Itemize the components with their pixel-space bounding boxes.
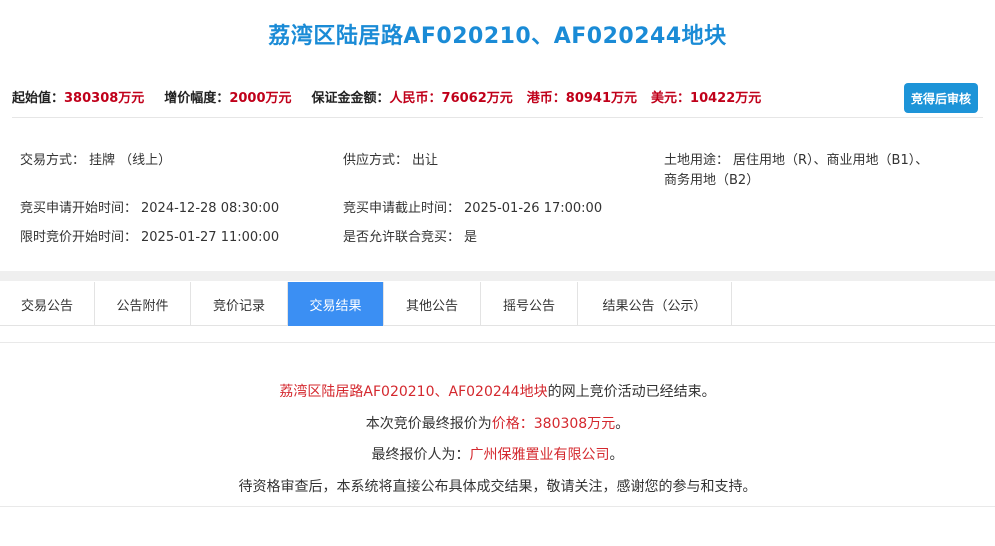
tab-result-announcement[interactable]: 结果公告（公示） (578, 282, 732, 326)
start-price-label: 起始值： (12, 90, 65, 106)
final-price: 价格：380308万元 (491, 416, 616, 432)
result-line-2-suffix: 。 (615, 416, 630, 432)
tab-bid-records[interactable]: 竞价记录 (191, 282, 288, 326)
tab-trade-announcement[interactable]: 交易公告 (0, 282, 95, 326)
page-title: 荔湾区陆居路AF020210、AF020244地块 (268, 24, 727, 49)
section-separator (0, 271, 995, 281)
bid-start-value: 2025-01-27 11:00:00 (141, 230, 280, 245)
usd-label: 美元： (651, 90, 691, 106)
increment-label: 增价幅度： (164, 90, 230, 106)
result-line-1: 荔湾区陆居路AF020210、AF020244地块的网上竞价活动已经结束。 (0, 381, 995, 401)
trade-mode-label: 交易方式： (20, 153, 86, 168)
rmb-label: 人民币： (389, 90, 442, 106)
final-bidder: 广州保雅置业有限公司 (469, 447, 610, 463)
tab-other-announcements[interactable]: 其他公告 (384, 282, 481, 326)
usd-value: 10422万元 (690, 90, 762, 106)
deposit-label: 保证金金额： (311, 90, 390, 106)
joint-bid-field: 是否允许联合竞买：是 (343, 228, 477, 248)
result-line-2-prefix: 本次竞价最终报价为 (365, 416, 492, 432)
land-use-value: 居住用地（R）、商业用地（B1）、 (733, 153, 929, 168)
trade-mode-value: 挂牌 （线上） (89, 153, 172, 168)
hkd-value: 80941万元 (565, 90, 638, 106)
tab-announcement-attachments[interactable]: 公告附件 (95, 282, 191, 326)
trade-mode-field: 交易方式： 挂牌 （线上） (20, 151, 171, 171)
supply-mode-value: 出让 (412, 153, 439, 168)
price-summary-bar: 起始值： 380308万元 增价幅度： 2000万元 保证金金额： 人民币： 7… (12, 86, 775, 106)
result-line-4: 待资格审查后，本系统将直接公布具体成交结果，敬请关注，感谢您的参与和支持。 (238, 479, 757, 495)
hkd-label: 港币： (526, 90, 566, 106)
apply-end-value: 2025-01-26 17:00:00 (464, 201, 603, 216)
bid-start-field: 限时竞价开始时间： 2025-01-27 11:00:00 (20, 228, 279, 248)
rmb-value: 76062万元 (441, 90, 513, 106)
land-use-label: 土地用途： (664, 153, 730, 168)
supply-mode-label: 供应方式： (343, 153, 409, 168)
apply-end-label: 竞买申请截止时间： (343, 201, 461, 216)
apply-start-field: 竞买申请开始时间： 2024-12-28 08:30:00 (20, 199, 279, 219)
land-use-value-line2: 商务用地（B2） (664, 173, 760, 188)
result-line-3-suffix: 。 (609, 447, 624, 463)
post-award-audit-button[interactable]: 竞得后审核 (904, 83, 978, 113)
increment-value: 2000万元 (229, 90, 292, 106)
result-parcel-name: 荔湾区陆居路AF020210、AF020244地块 (279, 384, 548, 400)
supply-mode-field: 供应方式： 出让 (343, 151, 438, 171)
apply-start-value: 2024-12-28 08:30:00 (141, 201, 280, 216)
divider (0, 342, 995, 343)
apply-end-field: 竞买申请截止时间： 2025-01-26 17:00:00 (343, 199, 602, 219)
bid-start-label: 限时竞价开始时间： (20, 230, 138, 245)
result-line-1-text: 的网上竞价活动已经结束。 (547, 384, 716, 400)
land-use-field-cont: 商务用地（B2） (664, 171, 759, 191)
apply-start-label: 竞买申请开始时间： (20, 201, 138, 216)
divider (12, 117, 983, 118)
land-use-field: 土地用途： 居住用地（R）、商业用地（B1）、 (664, 151, 928, 171)
result-line-3-prefix: 最终报价人为： (371, 447, 470, 463)
tab-lottery-announcement[interactable]: 摇号公告 (481, 282, 578, 326)
result-line-3: 最终报价人为：广州保雅置业有限公司。 (0, 444, 995, 464)
joint-bid-value: 是 (464, 230, 478, 245)
divider (0, 506, 995, 507)
joint-bid-label: 是否允许联合竞买： (343, 230, 461, 245)
start-price-value: 380308万元 (64, 90, 145, 106)
tab-trade-result[interactable]: 交易结果 (288, 282, 384, 326)
result-line-2: 本次竞价最终报价为价格：380308万元。 (0, 413, 995, 433)
tab-bar: 交易公告 公告附件 竞价记录 交易结果 其他公告 摇号公告 结果公告（公示） (0, 282, 995, 326)
